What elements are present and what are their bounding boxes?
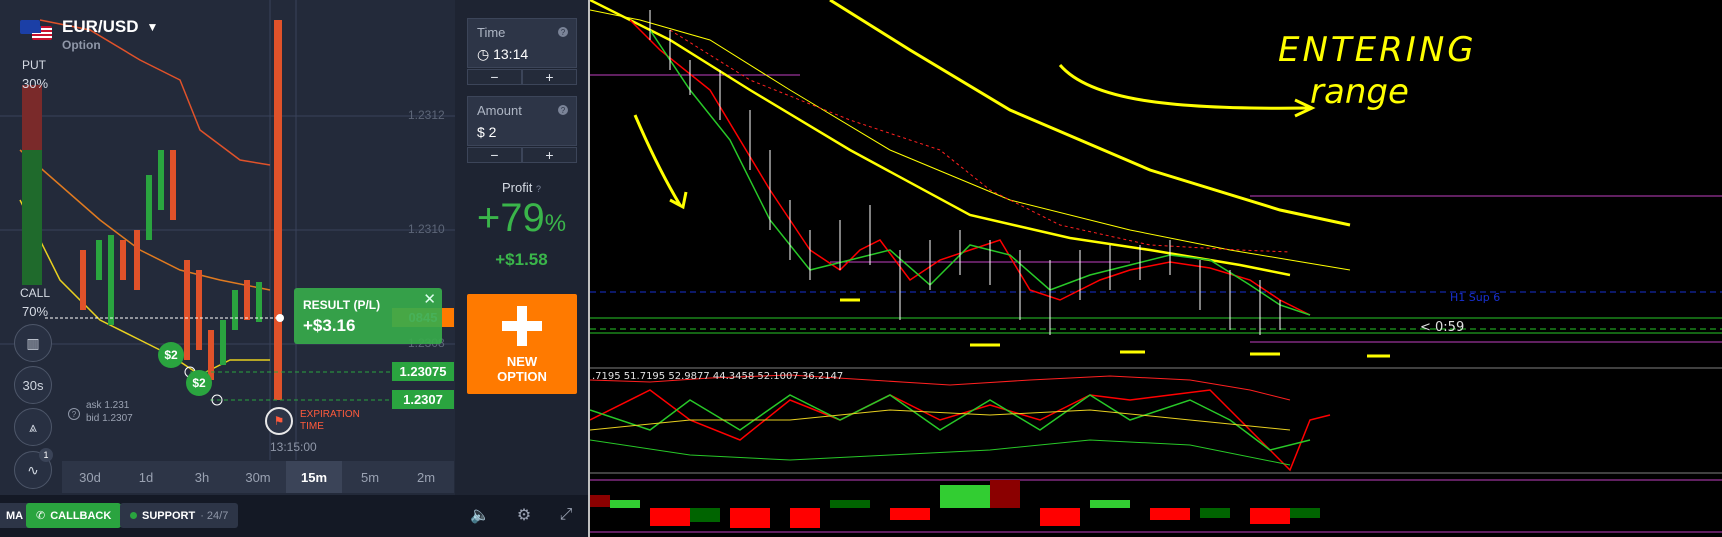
time-stepper: − + bbox=[467, 69, 577, 85]
put-label: PUT bbox=[22, 58, 46, 72]
expiration-time: 13:15:00 bbox=[270, 440, 317, 454]
asset-type: Option bbox=[62, 38, 101, 52]
help-icon[interactable]: ? bbox=[558, 105, 568, 115]
ask-price: ask 1.231 bbox=[86, 400, 130, 411]
new-option-button[interactable]: NEW OPTION bbox=[467, 294, 577, 394]
call-percentage: 70% bbox=[22, 304, 49, 319]
expiration-flag-icon[interactable]: ⚑ bbox=[265, 407, 293, 435]
annotation-entering: ENTERING bbox=[1278, 30, 1477, 70]
profit-percentage: +79% bbox=[455, 196, 588, 241]
amount-label: Amount bbox=[477, 103, 522, 118]
info-icon[interactable]: ? bbox=[68, 408, 80, 420]
plus-icon bbox=[502, 306, 542, 346]
indicator-icon: ∿ bbox=[27, 461, 39, 478]
timeframe-15m[interactable]: 15m bbox=[286, 461, 342, 493]
time-value: ◷ 13:14 bbox=[477, 46, 528, 63]
candles-icon: ▥ bbox=[26, 334, 40, 351]
trade-controls: Time ? ◷ 13:14 − + Amount ? $ 2 − + Prof… bbox=[455, 0, 588, 495]
expiration-label: EXPIRATION TIME bbox=[300, 409, 360, 433]
mt4-chart-svg bbox=[590, 0, 1722, 533]
time-box[interactable]: Time ? ◷ 13:14 bbox=[467, 18, 577, 68]
support-hours: · 24/7 bbox=[200, 509, 229, 522]
trade-bubble[interactable]: $2 bbox=[158, 342, 184, 368]
amount-stepper: − + bbox=[467, 147, 577, 163]
time-label: Time bbox=[477, 25, 506, 40]
result-value: +$3.16 bbox=[303, 316, 356, 335]
help-icon[interactable]: ? bbox=[558, 27, 568, 37]
put-percentage: 30% bbox=[22, 76, 49, 91]
bid-price: bid 1.2307 bbox=[86, 413, 133, 424]
candle-countdown: < 0:59 bbox=[1420, 320, 1465, 335]
support-label: SUPPORT bbox=[142, 509, 196, 522]
timeframe-selector: 30d 1d 3h 30m 15m 5m 2m bbox=[62, 461, 454, 493]
expiration-label-line2: TIME bbox=[300, 421, 324, 432]
axis-price-2: 1.2310 bbox=[408, 222, 445, 236]
footer-bar: MA ✆ CALLBACK SUPPORT · 24/7 🔈 ⚙ ⤢ bbox=[0, 495, 588, 537]
gear-icon[interactable]: ⚙ bbox=[514, 505, 534, 525]
profit-pct-value: +79 bbox=[476, 196, 545, 240]
amount-plus-button[interactable]: + bbox=[522, 147, 577, 163]
entry-price-tag: 1.2307 bbox=[392, 390, 454, 409]
axis-price-1: 1.2312 bbox=[408, 108, 445, 122]
timeframe-30m[interactable]: 30m bbox=[230, 461, 286, 493]
clock-icon: ◷ bbox=[477, 46, 494, 62]
mt4-chart-window[interactable]: ENTERING range H1 Sup 6 < 0:59 .7195 51.… bbox=[588, 0, 1722, 537]
asset-selector[interactable]: EUR/USD ▼ bbox=[20, 14, 158, 40]
result-popup: RESULT (P/L) +$3.16 ✕ bbox=[294, 288, 442, 344]
profit-label: Profit ? bbox=[455, 180, 588, 195]
amount-input[interactable]: $ 2 bbox=[477, 124, 496, 140]
candles bbox=[80, 20, 282, 400]
new-option-label: NEW OPTION bbox=[467, 354, 577, 384]
fullscreen-icon[interactable]: ⤢ bbox=[556, 505, 576, 525]
asset-name: EUR/USD bbox=[62, 17, 139, 36]
result-title: RESULT (P/L) bbox=[303, 298, 381, 312]
mute-icon[interactable]: 🔈 bbox=[470, 505, 490, 525]
amount-minus-button[interactable]: − bbox=[467, 147, 522, 163]
support-button[interactable]: SUPPORT · 24/7 bbox=[120, 503, 239, 528]
time-minus-button[interactable]: − bbox=[467, 69, 522, 85]
level-label: H1 Sup 6 bbox=[1450, 291, 1501, 304]
price-chart[interactable]: EUR/USD ▼ Option PUT 30% CALL 70% 1.2312… bbox=[0, 0, 455, 495]
profit-pct-sign: % bbox=[544, 210, 567, 237]
amount-box[interactable]: Amount ? $ 2 bbox=[467, 96, 577, 146]
indicators-button[interactable]: ∿ 1 bbox=[14, 448, 53, 489]
call-label: CALL bbox=[20, 286, 51, 300]
price-chart-svg bbox=[0, 0, 455, 460]
time-value-text: 13:14 bbox=[493, 46, 529, 62]
timeframe-1d[interactable]: 1d bbox=[118, 461, 174, 493]
expiration-label-line1: EXPIRATION bbox=[300, 409, 360, 420]
close-icon[interactable]: ✕ bbox=[423, 290, 436, 308]
timeframe-30d[interactable]: 30d bbox=[62, 461, 118, 493]
profit-label-text: Profit bbox=[502, 180, 533, 195]
indicators-count-badge: 1 bbox=[39, 448, 53, 462]
indicator-values: .7195 51.7195 52.9877 44.3458 52.1007 36… bbox=[592, 371, 844, 382]
time-plus-button[interactable]: + bbox=[522, 69, 577, 85]
timeframe-2m[interactable]: 2m bbox=[398, 461, 454, 493]
open-price-tag: 1.23075 bbox=[392, 362, 454, 381]
drawing-tools-button[interactable]: ⩓ bbox=[14, 408, 52, 446]
callback-button[interactable]: ✆ CALLBACK bbox=[26, 503, 122, 528]
online-status-icon bbox=[130, 512, 137, 519]
new-option-line1: NEW bbox=[506, 354, 538, 369]
eur-usd-flag-icon bbox=[20, 14, 54, 40]
chart-type-button[interactable]: ▥ bbox=[14, 324, 52, 362]
trading-platform: EUR/USD ▼ Option PUT 30% CALL 70% 1.2312… bbox=[0, 0, 588, 537]
trade-bubble[interactable]: $2 bbox=[186, 370, 212, 396]
help-icon[interactable]: ? bbox=[536, 184, 541, 194]
new-option-line2: OPTION bbox=[497, 369, 547, 384]
compass-icon: ⩓ bbox=[29, 418, 37, 435]
phone-icon: ✆ bbox=[36, 510, 46, 522]
callback-label: CALLBACK bbox=[50, 509, 112, 522]
annotation-range: range bbox=[1310, 72, 1409, 112]
timeframe-5m[interactable]: 5m bbox=[342, 461, 398, 493]
profit-amount: +$1.58 bbox=[495, 250, 548, 269]
chevron-down-icon[interactable]: ▼ bbox=[147, 20, 159, 34]
timeframe-3h[interactable]: 3h bbox=[174, 461, 230, 493]
candle-period-button[interactable]: 30s bbox=[14, 366, 52, 404]
